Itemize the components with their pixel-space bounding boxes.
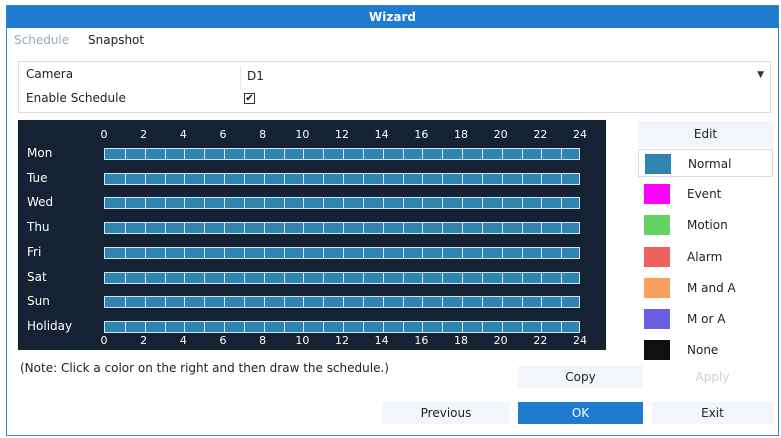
legend-item[interactable]: M and A xyxy=(638,274,773,302)
legend-label: M or A xyxy=(687,312,726,326)
top-hour-label: 0 xyxy=(100,128,108,141)
enable-schedule-row: Enable Schedule ✔ xyxy=(19,89,770,112)
camera-select[interactable]: D1 ▼ xyxy=(240,66,770,89)
color-swatch[interactable] xyxy=(644,340,670,361)
day-label: Fri xyxy=(27,244,42,259)
hour-divider xyxy=(105,173,563,184)
chevron-down-icon[interactable]: ▼ xyxy=(757,70,764,80)
color-swatch[interactable] xyxy=(644,309,670,329)
camera-settings: Camera D1 ▼ Enable Schedule ✔ xyxy=(18,61,771,113)
schedule-grid[interactable]: 0 2 4 6 8 10 12 14 16 18 20 22 24 Mon Tue Wed Thu Fri Sat S… xyxy=(18,120,606,350)
top-hour-label: 4 xyxy=(179,128,187,141)
top-hour-label: 6 xyxy=(219,128,227,141)
hour-divider xyxy=(105,321,563,332)
legend-item[interactable]: M or A xyxy=(638,305,773,333)
bottom-hour-label: 14 xyxy=(374,334,389,347)
hour-divider xyxy=(105,247,563,258)
bottom-hour-label: 8 xyxy=(259,334,267,347)
bottom-hour-label: 18 xyxy=(454,334,468,347)
top-hour-label: 20 xyxy=(493,128,508,141)
day-schedule-bar[interactable] xyxy=(104,320,580,333)
window-title: Wizard xyxy=(7,6,778,28)
ok-button[interactable]: OK xyxy=(518,402,643,424)
legend-item[interactable]: Event xyxy=(638,180,773,208)
bottom-hour-label: 16 xyxy=(414,334,429,347)
bottom-hour-label: 12 xyxy=(335,334,349,347)
legend-label: None xyxy=(687,343,719,358)
day-label: Holiday xyxy=(27,318,73,333)
exit-button[interactable]: Exit xyxy=(652,402,773,424)
bottom-hour-label: 22 xyxy=(533,334,548,347)
day-label: Tue xyxy=(27,170,48,185)
top-hour-label: 22 xyxy=(533,128,548,141)
day-label: Mon xyxy=(27,146,53,160)
legend-item[interactable]: Alarm xyxy=(638,243,773,271)
bottom-hour-label: 10 xyxy=(295,334,310,347)
bottom-hour-label: 24 xyxy=(573,334,587,347)
legend-item[interactable]: Motion xyxy=(638,211,773,239)
bottom-hour-label: 6 xyxy=(219,334,227,347)
camera-label: Camera xyxy=(26,67,74,81)
top-hour-label: 24 xyxy=(573,128,587,141)
tab-snapshot[interactable]: Snapshot xyxy=(88,33,144,47)
day-label: Thu xyxy=(27,220,50,235)
previous-button[interactable]: Previous xyxy=(382,402,510,424)
legend-item[interactable]: None xyxy=(638,336,773,364)
legend-label: Motion xyxy=(687,218,728,233)
enable-schedule-checkbox[interactable]: ✔ xyxy=(244,93,255,104)
hour-divider xyxy=(105,272,563,283)
legend-label: Alarm xyxy=(687,249,723,264)
top-hour-label: 8 xyxy=(259,128,267,141)
top-hour-label: 14 xyxy=(374,128,389,141)
day-schedule-bar[interactable] xyxy=(104,246,580,259)
bottom-hour-label: 2 xyxy=(140,334,148,347)
bottom-hour-label: 0 xyxy=(100,334,108,347)
day-schedule-bar[interactable] xyxy=(104,271,580,284)
top-hour-label: 18 xyxy=(454,128,468,141)
day-schedule-bar[interactable] xyxy=(104,148,580,160)
bottom-hour-label: 4 xyxy=(179,334,187,347)
day-label: Sun xyxy=(27,294,50,309)
color-swatch[interactable] xyxy=(645,154,671,174)
day-schedule-bar[interactable] xyxy=(104,296,580,309)
day-schedule-bar[interactable] xyxy=(104,222,580,235)
top-hour-label: 10 xyxy=(295,128,310,141)
hour-divider xyxy=(105,297,563,308)
hour-divider xyxy=(105,149,563,159)
color-swatch[interactable] xyxy=(644,246,670,267)
day-label: Sat xyxy=(27,269,47,284)
color-swatch[interactable] xyxy=(644,277,670,298)
hour-divider xyxy=(105,223,563,234)
camera-row: Camera D1 ▼ xyxy=(19,66,770,89)
legend-item[interactable]: Normal xyxy=(638,149,773,177)
color-swatch[interactable] xyxy=(644,215,670,236)
top-hour-label: 2 xyxy=(140,128,148,141)
tab-schedule[interactable]: Schedule xyxy=(14,33,69,47)
day-label: Wed xyxy=(27,195,54,210)
color-swatch[interactable] xyxy=(644,184,670,205)
top-hour-label: 12 xyxy=(335,128,349,141)
edit-button[interactable]: Edit xyxy=(638,121,773,147)
legend-label: Normal xyxy=(688,157,732,171)
day-schedule-bar[interactable] xyxy=(104,197,580,210)
copy-button[interactable]: Copy xyxy=(518,366,643,388)
bottom-hour-label: 20 xyxy=(493,334,508,347)
camera-select-value: D1 xyxy=(247,69,264,83)
schedule-note: (Note: Click a color on the right and th… xyxy=(20,361,389,375)
enable-schedule-label: Enable Schedule xyxy=(26,91,126,105)
day-schedule-bar[interactable] xyxy=(104,172,580,185)
hour-divider xyxy=(105,198,563,209)
top-hour-label: 16 xyxy=(414,128,429,141)
apply-button[interactable]: Apply xyxy=(652,366,773,388)
legend-label: Event xyxy=(687,187,722,202)
legend-label: M and A xyxy=(687,280,736,295)
